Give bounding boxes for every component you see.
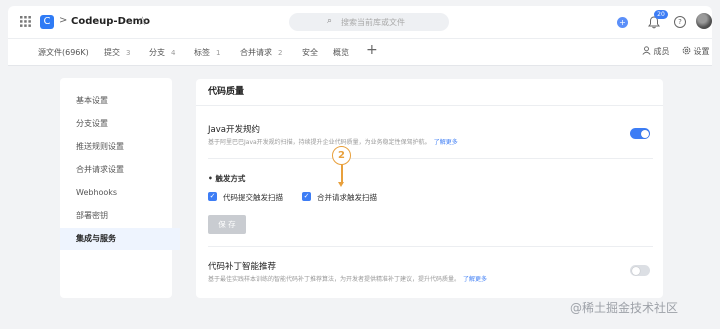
checkbox-checked-icon: ✓ <box>208 192 217 201</box>
tab-security[interactable]: 安全 <box>302 47 318 58</box>
search-icon: ⌕ <box>327 16 333 26</box>
commit-trigger-checkbox[interactable]: ✓ 代码提交触发扫描 <box>208 191 298 203</box>
breadcrumb-separator-icon: > <box>59 15 68 26</box>
sidebar-item-integrations[interactable]: 集成与服务 <box>60 228 180 250</box>
star-icon[interactable]: ☆ <box>137 14 148 28</box>
tab-tags[interactable]: 标签 1 <box>194 47 220 58</box>
notification-count-badge: 20 <box>654 10 668 19</box>
smart-patch-description: 基于最佳实践样本训练的智能代码补丁推荐算法，为开发者提供精准补丁建议，提升代码质… <box>208 276 488 283</box>
add-tab-icon[interactable]: + <box>366 42 378 58</box>
repo-tab-bar: 源文件(696K) 提交 3 分支 4 标签 1 合并请求 2 安全 概览 + 成员 设… <box>8 38 712 66</box>
settings-sidebar: 基本设置 分支设置 推送规则设置 合并请求设置 Webhooks 部署密钥 集成… <box>60 78 180 298</box>
repo-logo-icon[interactable]: C <box>40 15 54 29</box>
sidebar-item-webhooks[interactable]: Webhooks <box>60 182 180 204</box>
callout-arrow-icon <box>338 182 344 187</box>
checkbox-checked-icon: ✓ <box>302 192 311 201</box>
watermark: @稀土掘金技术社区 <box>570 301 679 315</box>
smart-patch-toggle[interactable] <box>630 265 650 276</box>
tab-count: 2 <box>278 49 283 57</box>
help-icon[interactable]: ? <box>674 16 686 28</box>
create-plus-icon[interactable]: + <box>617 17 628 28</box>
code-quality-panel: 代码质量 Java开发规约 基于阿里巴巴Java开发规约扫描，持续提升企业代码质… <box>196 79 663 298</box>
tab-branches[interactable]: 分支 4 <box>149 47 175 58</box>
java-spec-description: 基于阿里巴巴Java开发规约扫描，持续提升企业代码质量，为业务稳定性保驾护航。了… <box>208 139 458 146</box>
commit-trigger-label: 代码提交触发扫描 <box>223 193 283 202</box>
tab-count: 1 <box>216 49 221 57</box>
section-divider <box>208 246 653 247</box>
smart-patch-title: 代码补丁智能推荐 <box>208 262 277 272</box>
save-button[interactable]: 保 存 <box>208 215 246 234</box>
toggle-knob <box>631 266 640 275</box>
java-spec-title: Java开发规约 <box>208 125 260 135</box>
gear-icon <box>682 46 691 55</box>
java-spec-toggle[interactable] <box>630 128 650 139</box>
top-header: C > Codeup-Demo ☆ ⌕ 搜索当前库或文件 + 20 ? <box>8 6 712 38</box>
tab-commits[interactable]: 提交 3 <box>104 47 130 58</box>
user-icon <box>642 46 651 55</box>
panel-title: 代码质量 <box>196 79 663 106</box>
search-input[interactable]: ⌕ 搜索当前库或文件 <box>289 13 449 31</box>
settings-link[interactable]: 设置 <box>682 46 710 57</box>
merge-trigger-label: 合并请求触发扫描 <box>317 193 377 202</box>
sidebar-item-branches[interactable]: 分支设置 <box>60 113 180 135</box>
smart-learn-more-link[interactable]: 了解更多 <box>463 276 487 283</box>
step-callout-badge: 2 <box>332 146 351 165</box>
section-divider <box>208 158 653 159</box>
app-grid-icon[interactable] <box>20 16 31 27</box>
tab-overview[interactable]: 概览 <box>333 47 349 58</box>
tab-merge-requests[interactable]: 合并请求 2 <box>240 47 282 58</box>
search-placeholder: 搜索当前库或文件 <box>341 18 405 27</box>
sidebar-item-deploy-keys[interactable]: 部署密钥 <box>60 205 180 227</box>
user-avatar[interactable] <box>696 13 712 29</box>
sidebar-item-push-rules[interactable]: 推送规则设置 <box>60 136 180 158</box>
trigger-mode-label: • 触发方式 <box>208 174 246 183</box>
merge-trigger-checkbox[interactable]: ✓ 合并请求触发扫描 <box>302 191 392 203</box>
tab-count: 3 <box>126 49 131 57</box>
tab-source-files[interactable]: 源文件(696K) <box>38 47 89 58</box>
tab-count: 4 <box>171 49 176 57</box>
java-learn-more-link[interactable]: 了解更多 <box>434 139 458 146</box>
members-link[interactable]: 成员 <box>642 46 670 57</box>
sidebar-item-basic[interactable]: 基本设置 <box>60 90 180 112</box>
sidebar-item-merge-requests[interactable]: 合并请求设置 <box>60 159 180 181</box>
toggle-knob <box>641 129 649 138</box>
